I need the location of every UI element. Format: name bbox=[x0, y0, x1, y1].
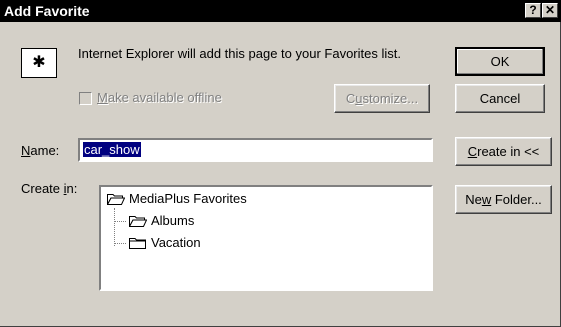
customize-button[interactable]: Customize... bbox=[334, 84, 430, 113]
favorite-star-icon: ✱ bbox=[21, 48, 57, 78]
tree-line bbox=[114, 208, 115, 246]
cancel-button[interactable]: Cancel bbox=[455, 84, 545, 113]
title-bar[interactable]: Add Favorite ? ✕ bbox=[0, 0, 561, 22]
folder-icon bbox=[129, 238, 146, 249]
folder-tree[interactable]: MediaPlus Favorites Albums Vacation bbox=[99, 185, 433, 291]
tree-line bbox=[114, 243, 126, 244]
dialog-title: Add Favorite bbox=[4, 3, 90, 19]
close-button[interactable]: ✕ bbox=[542, 3, 558, 18]
tree-line bbox=[114, 221, 126, 222]
create-in-button[interactable]: Create in << bbox=[455, 137, 552, 166]
make-offline-label: Make available offline bbox=[97, 90, 222, 105]
help-button[interactable]: ? bbox=[525, 3, 541, 18]
add-favorite-dialog: Add Favorite ? ✕ ✱ Internet Explorer wil… bbox=[0, 0, 561, 327]
make-offline-checkbox[interactable] bbox=[79, 92, 92, 105]
tree-item-label: MediaPlus Favorites bbox=[129, 191, 247, 206]
ok-button[interactable]: OK bbox=[455, 47, 545, 76]
name-value: car_show bbox=[83, 142, 141, 157]
open-folder-icon bbox=[129, 216, 147, 227]
name-label: Name: bbox=[21, 143, 60, 158]
info-message: Internet Explorer will add this page to … bbox=[78, 46, 401, 61]
tree-item-label: Albums bbox=[151, 213, 195, 228]
create-in-label: Create in: bbox=[21, 181, 78, 196]
open-folder-icon bbox=[107, 194, 125, 205]
new-folder-button[interactable]: New Folder... bbox=[455, 185, 552, 214]
tree-item-label: Vacation bbox=[151, 235, 201, 250]
name-input[interactable]: car_show bbox=[78, 138, 433, 162]
